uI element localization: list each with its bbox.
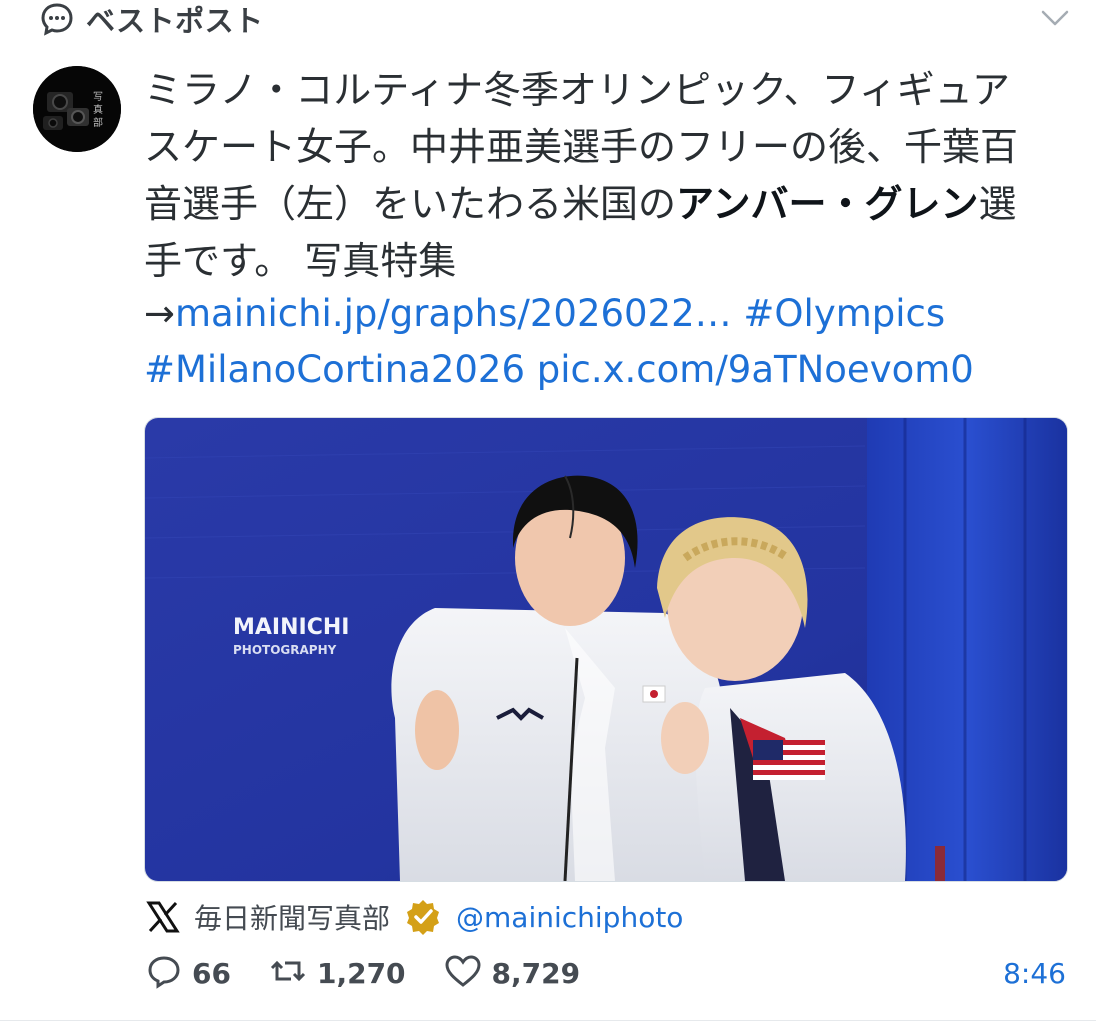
x-logo-icon [146, 900, 180, 934]
repost-icon [269, 953, 307, 993]
hashtag-milanocortina[interactable]: #MilanoCortina2026 [144, 348, 525, 391]
svg-text:部: 部 [93, 116, 103, 129]
chat-bubble-icon [40, 2, 74, 36]
photo-watermark-sub: PHOTOGRAPHY [233, 643, 337, 657]
article-link[interactable]: mainichi.jp/graphs/2026022… [175, 292, 732, 335]
post-photo[interactable]: MAINICHI PHOTOGRAPHY [144, 417, 1068, 882]
heart-icon [444, 954, 482, 992]
repost-count: 1,270 [316, 956, 406, 990]
arrow-glyph: → [144, 292, 176, 335]
like-button[interactable]: 8,729 [444, 954, 581, 992]
avatar[interactable]: 写 真 部 [33, 66, 121, 152]
tweet-text-bold-name: アンバー・グレン [676, 182, 979, 226]
tweet-links: →mainichi.jp/graphs/2026022… #Olympics #… [144, 286, 1044, 398]
best-post-header: ベストポスト [40, 0, 264, 38]
post-time[interactable]: 8:46 [1003, 957, 1066, 990]
post-card: ベストポスト 写 真 部 ミラノ・コルティナ冬季オリンピック、フィギュアスケート… [0, 0, 1096, 1025]
photo-watermark: MAINICHI [233, 615, 349, 640]
author-line: 毎日新聞写真部 @mainichiphoto [146, 892, 683, 942]
svg-text:真: 真 [93, 103, 103, 116]
pic-link[interactable]: pic.x.com/9aTNoevom0 [537, 348, 974, 391]
divider [0, 1020, 1096, 1021]
author-handle[interactable]: @mainichiphoto [456, 901, 683, 934]
reply-icon [146, 953, 182, 993]
repost-button[interactable]: 1,270 [269, 953, 406, 993]
action-bar: 66 1,270 8,729 8:46 [146, 948, 1066, 998]
tweet-text: ミラノ・コルティナ冬季オリンピック、フィギュアスケート女子。中井亜美選手のフリー… [144, 62, 1024, 290]
author-name[interactable]: 毎日新聞写真部 [194, 897, 390, 937]
reply-count: 66 [192, 956, 231, 990]
reply-button[interactable]: 66 [146, 953, 231, 993]
verified-badge-icon [404, 898, 442, 936]
header-title: ベストポスト [86, 4, 264, 38]
svg-text:写: 写 [93, 91, 103, 103]
chevron-down-icon[interactable] [1040, 6, 1070, 30]
like-count: 8,729 [491, 956, 581, 990]
hashtag-olympics[interactable]: #Olympics [743, 292, 945, 335]
